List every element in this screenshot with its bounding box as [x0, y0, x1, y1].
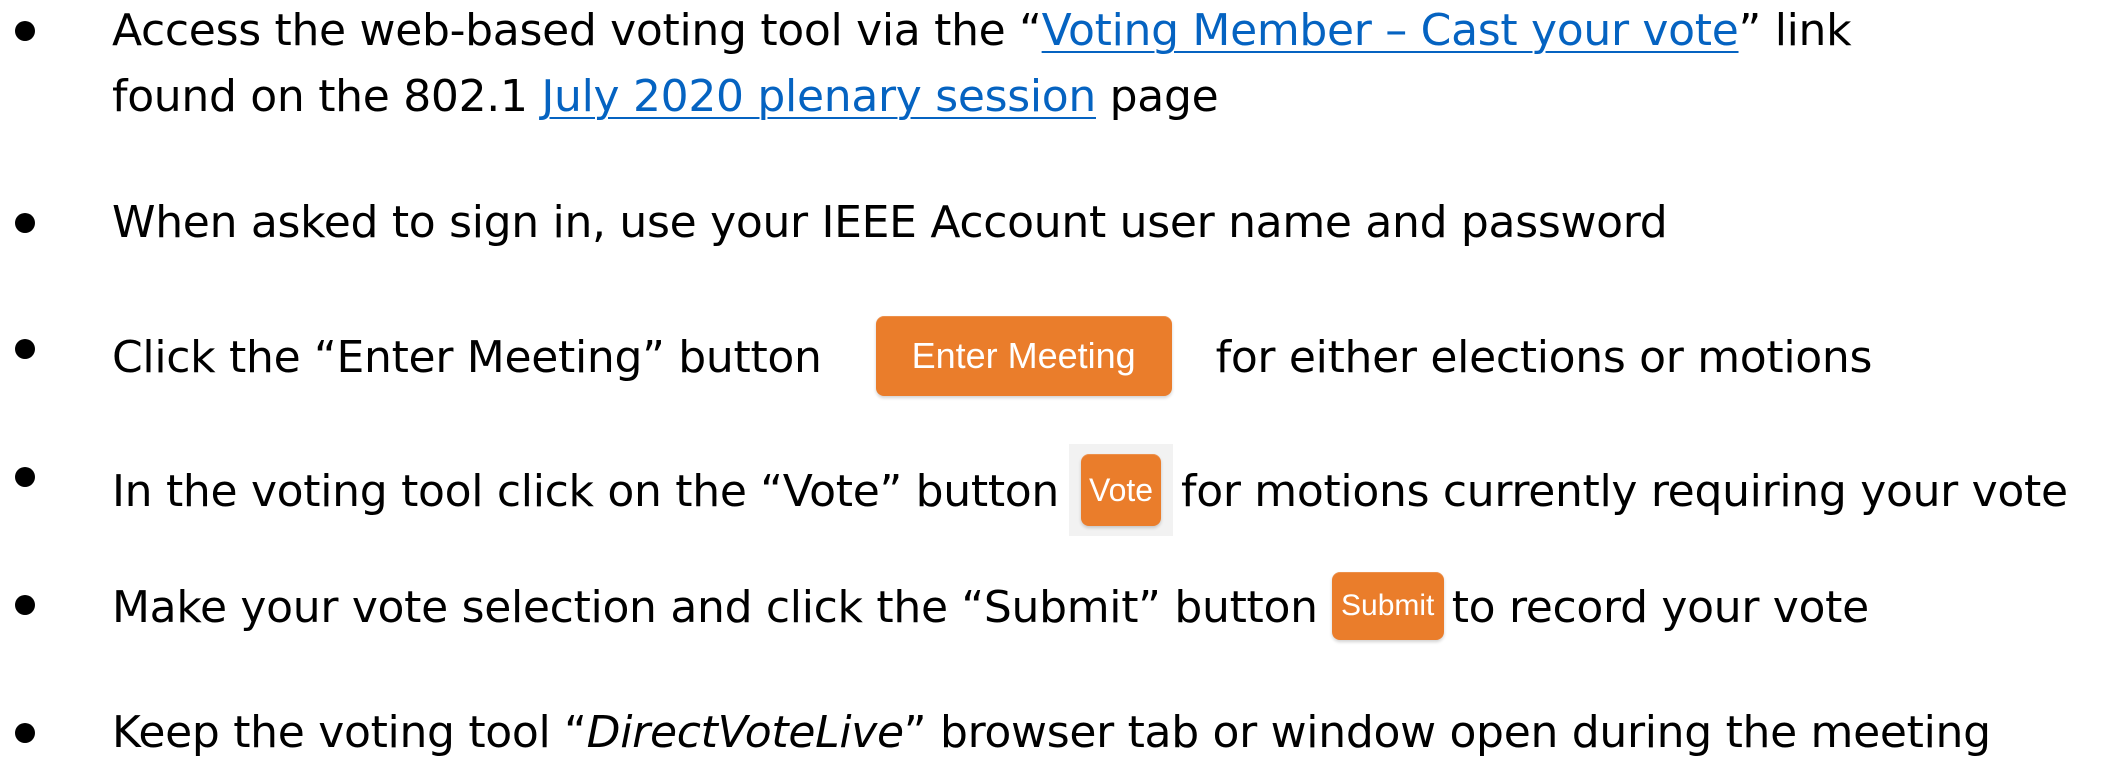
bullet-icon: [15, 339, 35, 359]
text-segment: Make your vote selection and click the “…: [112, 582, 1318, 633]
list-item-text-continued: found on the 802.1 July 2020 plenary ses…: [112, 68, 1219, 126]
directvotelive-name: DirectVoteLive: [586, 707, 904, 758]
list-item-text: Access the web-based voting tool via the…: [112, 2, 1852, 60]
july-2020-plenary-session-link[interactable]: July 2020 plenary session: [541, 71, 1096, 122]
submit-button-image: Submit: [1331, 572, 1444, 640]
bullet-icon: [15, 723, 35, 743]
list-item-text: Keep the voting tool “DirectVoteLive” br…: [112, 704, 1991, 762]
bullet-icon: [15, 595, 35, 615]
text-segment: In the voting tool click on the “Vote” b…: [112, 466, 1060, 517]
text-segment: Access the web-based voting tool via the…: [112, 5, 1042, 56]
text-segment: found on the 802.1: [112, 71, 542, 122]
text-segment: page: [1095, 71, 1219, 122]
list-item-text: When asked to sign in, use your IEEE Acc…: [112, 197, 1668, 248]
text-segment: ” browser tab or window open during the …: [903, 707, 1991, 758]
instruction-list: Access the web-based voting tool via the…: [0, 0, 2118, 758]
text-segment: for either elections or motions: [1215, 332, 1873, 383]
vote-button-frame: Vote: [1069, 444, 1174, 536]
vote-button-image: Vote: [1081, 454, 1162, 526]
voting-member-cast-vote-link[interactable]: Voting Member – Cast your vote: [1042, 5, 1739, 56]
list-item-text: Make your vote selection and click the “…: [112, 572, 1870, 640]
list-item-text: In the voting tool click on the “Vote” b…: [112, 444, 2068, 536]
text-segment: to record your vote: [1451, 582, 1870, 633]
text-segment: Click the “Enter Meeting” button: [112, 332, 822, 383]
text-segment: Keep the voting tool “: [112, 707, 587, 758]
enter-meeting-button-image: Enter Meeting: [875, 316, 1172, 396]
bullet-icon: [15, 467, 35, 487]
bullet-icon: [15, 213, 35, 233]
text-segment: for motions currently requiring your vot…: [1181, 466, 2068, 517]
list-item-text: Click the “Enter Meeting” button Enter Me…: [112, 316, 1872, 396]
bullet-icon: [15, 21, 35, 41]
text-segment: ” link: [1738, 5, 1852, 56]
